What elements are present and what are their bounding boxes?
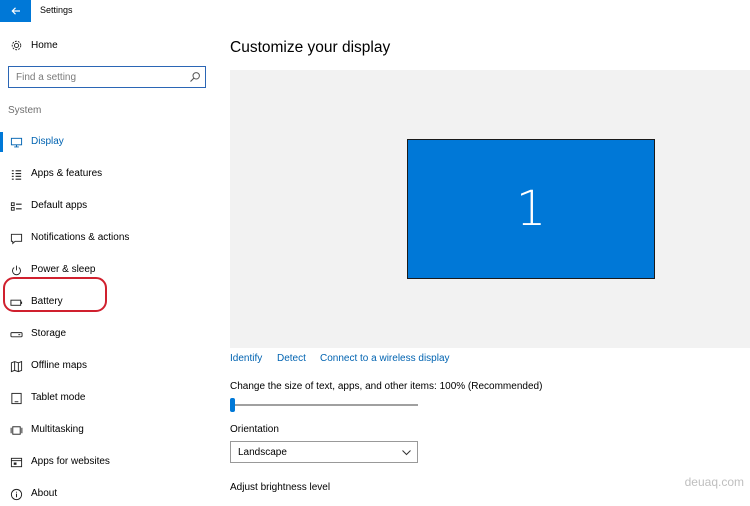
tablet-icon xyxy=(9,391,23,405)
monitor-number: 1 xyxy=(515,181,547,237)
sidebar-item-default-apps[interactable]: Default apps xyxy=(0,194,215,218)
text-size-label: Change the size of text, apps, and other… xyxy=(230,381,543,392)
home-label: Home xyxy=(31,40,58,51)
storage-icon xyxy=(9,327,23,341)
apps-list-icon xyxy=(9,167,23,181)
text-size-slider[interactable] xyxy=(230,398,420,412)
sidebar: Home System Display Apps & features Defa… xyxy=(0,22,215,500)
sidebar-item-label: Tablet mode xyxy=(31,392,86,403)
sidebar-item-label: Multitasking xyxy=(31,424,84,435)
sidebar-item-apps-websites[interactable]: Apps for websites xyxy=(0,450,215,474)
multitasking-icon xyxy=(9,423,23,437)
search-box xyxy=(8,66,206,88)
search-input[interactable] xyxy=(9,67,185,87)
sidebar-item-label: Notifications & actions xyxy=(31,232,130,243)
gear-icon xyxy=(9,38,23,52)
power-icon xyxy=(9,263,23,277)
search-icon[interactable] xyxy=(189,71,201,83)
monitor-tile[interactable]: 1 xyxy=(407,139,655,279)
sidebar-item-label: Apps for websites xyxy=(31,456,110,467)
detect-link[interactable]: Detect xyxy=(277,353,306,364)
arrow-left-icon xyxy=(10,7,20,15)
info-icon xyxy=(9,487,23,501)
slider-track xyxy=(230,404,418,406)
sidebar-item-label: Default apps xyxy=(31,200,88,211)
back-button[interactable] xyxy=(0,0,31,22)
main-content: Customize your display 1 Identify Detect… xyxy=(215,22,750,494)
sidebar-item-offline-maps[interactable]: Offline maps xyxy=(0,354,215,378)
display-icon xyxy=(9,135,23,149)
sidebar-item-label: Display xyxy=(31,136,64,147)
watermark: deuaq.com xyxy=(684,475,744,489)
default-apps-icon xyxy=(9,199,23,213)
sidebar-item-tablet-mode[interactable]: Tablet mode xyxy=(0,386,215,410)
sidebar-item-multitasking[interactable]: Multitasking xyxy=(0,418,215,442)
window-title: Settings xyxy=(40,5,73,15)
brightness-label: Adjust brightness level xyxy=(230,482,331,493)
highlight-annotation xyxy=(3,277,107,312)
orientation-label: Orientation xyxy=(230,424,279,435)
sidebar-item-label: Apps & features xyxy=(31,168,103,179)
notification-icon xyxy=(9,231,23,245)
apps-websites-icon xyxy=(9,455,23,469)
sidebar-item-label: Offline maps xyxy=(31,360,87,371)
map-icon xyxy=(9,359,23,373)
sidebar-item-label: Storage xyxy=(31,328,67,339)
sidebar-item-notifications[interactable]: Notifications & actions xyxy=(0,226,215,250)
display-preview: 1 xyxy=(230,70,750,348)
orientation-dropdown[interactable]: Landscape xyxy=(230,441,418,463)
sidebar-item-display[interactable]: Display xyxy=(0,130,215,154)
sidebar-item-label: Power & sleep xyxy=(31,264,96,275)
orientation-value: Landscape xyxy=(238,447,287,458)
page-title: Customize your display xyxy=(230,39,391,56)
sidebar-item-storage[interactable]: Storage xyxy=(0,322,215,346)
identify-link[interactable]: Identify xyxy=(230,353,262,364)
sidebar-item-about[interactable]: About xyxy=(0,482,215,506)
sidebar-home[interactable]: Home xyxy=(0,34,215,56)
section-header-system: System xyxy=(8,105,42,116)
slider-thumb[interactable] xyxy=(230,398,235,412)
connect-wireless-display-link[interactable]: Connect to a wireless display xyxy=(320,353,450,364)
title-bar: Settings xyxy=(0,0,750,22)
sidebar-item-apps-features[interactable]: Apps & features xyxy=(0,162,215,186)
chevron-down-icon xyxy=(402,450,411,456)
